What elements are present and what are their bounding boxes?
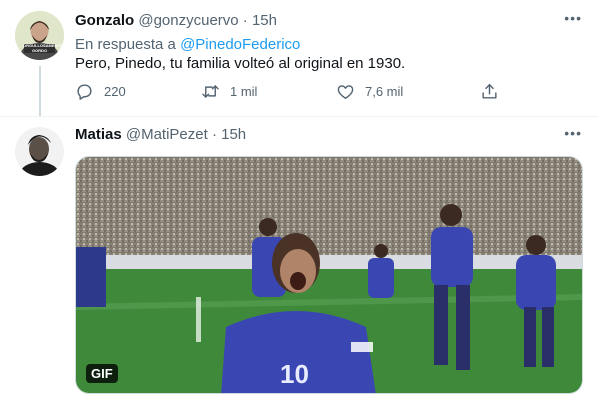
reply-icon (77, 84, 92, 100)
avatar[interactable]: ORGULLOSAMENTE GORDO (15, 11, 64, 60)
avatar-caption: ORGULLOSAMENTE GORDO (23, 43, 63, 53)
separator-dot: · (211, 126, 217, 143)
like-count: 7,6 mil (365, 84, 404, 99)
share-button[interactable] (480, 82, 499, 101)
gif-badge: GIF (86, 364, 118, 383)
jersey-number: 10 (280, 359, 309, 389)
replying-to-link[interactable]: @PinedoFederico (180, 36, 300, 53)
tweet-text: Pero, Pinedo, tu familia volteó al origi… (75, 55, 406, 72)
author-name[interactable]: Matias (75, 126, 122, 143)
tweet-header: Gonzalo @gonzycuervo · 15h (75, 12, 277, 29)
tweet-actions: 220 1 mil 7,6 mil (75, 82, 497, 104)
thread-line (39, 66, 41, 116)
reply-button[interactable]: 220 (75, 82, 126, 101)
timestamp[interactable]: 15h (252, 12, 277, 29)
author-handle[interactable]: @MatiPezet (126, 126, 208, 143)
timestamp[interactable]: 15h (221, 126, 246, 143)
player-left (76, 247, 106, 307)
like-icon (337, 85, 354, 99)
tweet-header: Matias @MatiPezet · 15h (75, 126, 246, 143)
separator-dot: · (242, 12, 248, 29)
avatar-image (15, 127, 64, 176)
gif-media[interactable]: 10 GIF (75, 156, 583, 394)
share-icon (482, 84, 497, 99)
replying-prefix: En respuesta a (75, 36, 176, 53)
replying-to: En respuesta a @PinedoFederico (75, 36, 300, 53)
retweet-button[interactable]: 1 mil (201, 82, 257, 101)
reply-count: 220 (104, 84, 126, 99)
retweet-count: 1 mil (230, 84, 258, 99)
author-handle[interactable]: @gonzycuervo (138, 12, 238, 29)
like-button[interactable]: 7,6 mil (336, 82, 403, 101)
tweet-gonzalo[interactable]: ORGULLOSAMENTE GORDO Gonzalo @gonzycuerv… (0, 0, 598, 116)
author-name[interactable]: Gonzalo (75, 12, 134, 29)
more-icon[interactable]: ••• (564, 125, 582, 141)
more-icon[interactable]: ••• (564, 10, 582, 26)
avatar[interactable] (15, 127, 64, 176)
retweet-icon (202, 85, 219, 98)
gif-frame: 10 (76, 157, 582, 393)
